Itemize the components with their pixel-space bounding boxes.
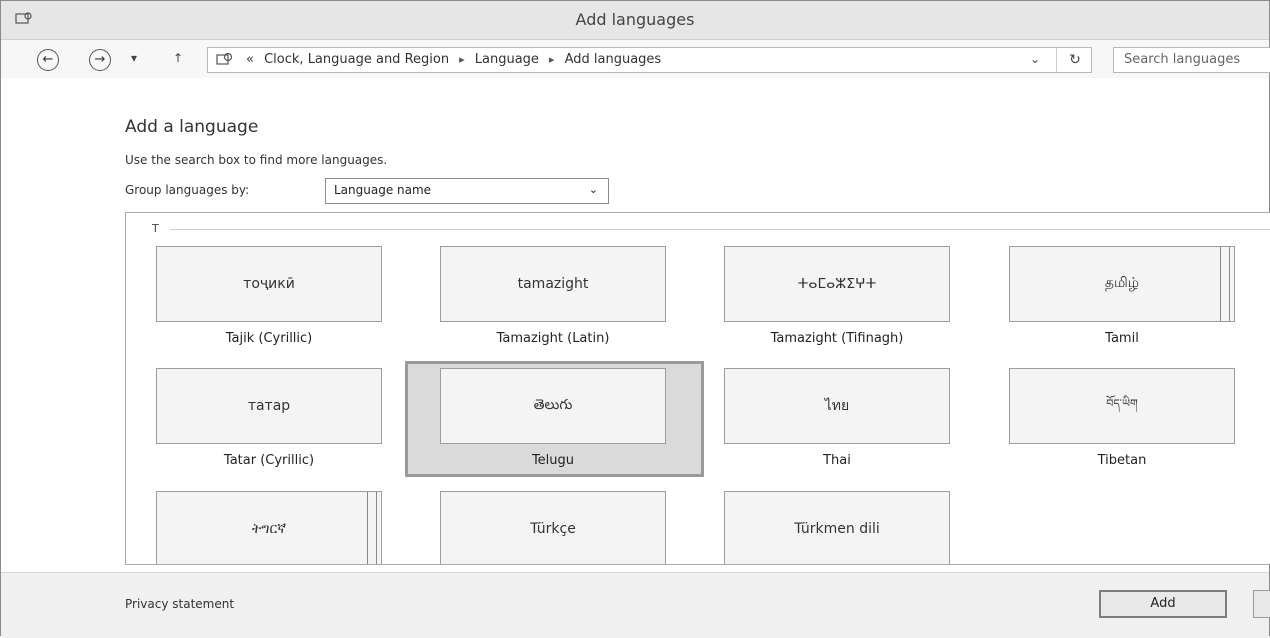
native-name: தமிழ் — [1104, 275, 1140, 291]
language-tile-tatar[interactable]: татар Tatar (Cyrillic) — [156, 368, 382, 468]
language-tile-turkmen[interactable]: Türkmen dili — [724, 491, 950, 564]
title-bar: Add languages — [1, 1, 1269, 40]
tile-face: татар — [156, 368, 382, 444]
chevron-down-icon: ⌄ — [588, 183, 598, 196]
language-tile-tajik[interactable]: тоҷикӣ Tajik (Cyrillic) — [156, 246, 382, 346]
group-by-label: Group languages by: — [125, 183, 250, 197]
dialog-footer: Privacy statement Add — [1, 572, 1270, 638]
add-button[interactable]: Add — [1099, 590, 1227, 618]
language-tile-tamazight-tifinagh[interactable]: ⵜⴰⵎⴰⵣⵉⵖⵜ Tamazight (Tifinagh) — [724, 246, 950, 346]
tile-label: Tibetan — [1097, 453, 1147, 468]
tile-label: Tatar (Cyrillic) — [223, 453, 315, 468]
forward-button[interactable]: → — [89, 49, 111, 71]
native-name: తెలుగు — [533, 396, 573, 413]
tile-face: tamazight — [440, 246, 666, 322]
control-panel-icon — [216, 52, 233, 65]
tile-face: தமிழ் — [1009, 246, 1235, 322]
privacy-statement-link[interactable]: Privacy statement — [125, 597, 234, 611]
native-name: ትግርኛ — [251, 521, 287, 537]
group-by-value: Language name — [334, 183, 432, 197]
more-options-icon — [1220, 247, 1230, 321]
window-title: Add languages — [575, 10, 695, 29]
group-by-select[interactable]: Language name ⌄ — [325, 178, 609, 204]
breadcrumb-overflow[interactable]: « — [246, 52, 254, 67]
language-tile-tigrinya[interactable]: ትግርኛ — [156, 491, 382, 564]
language-tile-turkish[interactable]: Türkçe — [440, 491, 666, 564]
navigation-bar: ← → ▾ ↑ « Clock, Language and Region ▸ La… — [1, 40, 1270, 78]
address-bar[interactable]: « Clock, Language and Region ▸ Language ▸ … — [207, 47, 1092, 73]
search-hint: Use the search box to find more language… — [125, 153, 388, 167]
group-header: T — [152, 222, 159, 235]
search-input[interactable]: Search languages — [1113, 47, 1270, 73]
language-tile-thai[interactable]: ไทย Thai — [724, 368, 950, 468]
native-name: тоҷикӣ — [243, 276, 295, 292]
native-name: ⵜⴰⵎⴰⵣⵉⵖⵜ — [797, 276, 877, 292]
native-name: བོད་ཡིག — [1106, 396, 1138, 410]
language-tile-tamazight-latin[interactable]: tamazight Tamazight (Latin) — [440, 246, 666, 346]
refresh-button[interactable]: ↻ — [1056, 48, 1093, 72]
breadcrumb-add-languages[interactable]: Add languages — [565, 52, 662, 67]
recent-locations-button[interactable]: ▾ — [131, 51, 137, 65]
language-tile-tamil[interactable]: தமிழ் Tamil — [1009, 246, 1235, 346]
tile-face: тоҷикӣ — [156, 246, 382, 322]
address-history-dropdown[interactable]: ⌄ — [1030, 52, 1040, 66]
tile-label: Telugu — [531, 453, 575, 468]
native-name: Türkmen dili — [794, 521, 880, 537]
language-tile-tibetan[interactable]: བོད་ཡིག Tibetan — [1009, 368, 1235, 468]
tile-face: Türkmen dili — [724, 491, 950, 564]
language-tile-telugu[interactable]: తెలుగు Telugu — [440, 368, 666, 468]
tile-label: Tajik (Cyrillic) — [225, 331, 313, 346]
tile-label: Tamil — [1105, 331, 1139, 346]
native-name: ไทย — [824, 398, 850, 414]
breadcrumb-clock-language-region[interactable]: Clock, Language and Region — [264, 52, 449, 67]
language-list[interactable]: T тоҷикӣ Tajik (Cyrillic) tamazight Tama… — [125, 212, 1270, 565]
native-name: tamazight — [517, 276, 589, 292]
tile-face: తెలుగు — [440, 368, 666, 444]
page-heading: Add a language — [125, 117, 259, 137]
tile-face: བོད་ཡིག — [1009, 368, 1235, 444]
group-divider — [170, 229, 1270, 230]
more-options-icon — [367, 492, 377, 564]
breadcrumb-separator-icon[interactable]: ▸ — [459, 53, 465, 66]
breadcrumb-separator-icon[interactable]: ▸ — [549, 53, 555, 66]
tile-face: ⵜⴰⵎⴰⵣⵉⵖⵜ — [724, 246, 950, 322]
breadcrumb: « Clock, Language and Region ▸ Language ▸ … — [246, 52, 667, 67]
cancel-button[interactable] — [1253, 590, 1270, 618]
tile-label: Thai — [823, 453, 851, 468]
tile-face: Türkçe — [440, 491, 666, 564]
tile-label: Tamazight (Tifinagh) — [770, 331, 904, 346]
breadcrumb-language[interactable]: Language — [475, 52, 539, 67]
tile-face: ไทย — [724, 368, 950, 444]
native-name: Türkçe — [530, 521, 576, 537]
tile-label: Tamazight (Latin) — [496, 331, 610, 346]
back-button[interactable]: ← — [37, 49, 59, 71]
tile-face: ትግርኛ — [156, 491, 382, 564]
add-languages-window: Add languages ← → ▾ ↑ « Clock, Language … — [0, 0, 1270, 638]
up-button[interactable]: ↑ — [173, 51, 183, 65]
native-name: татар — [247, 398, 291, 414]
